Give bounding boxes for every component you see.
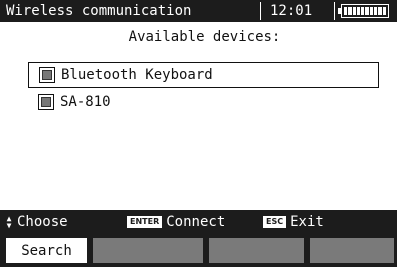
checkbox-fill bbox=[42, 70, 52, 80]
enter-key-icon: ENTER bbox=[127, 216, 163, 228]
device-item-sa-810[interactable]: SA-810 bbox=[28, 89, 379, 115]
search-button[interactable]: Search bbox=[6, 238, 87, 263]
choose-label: Choose bbox=[17, 214, 68, 230]
battery-icon bbox=[338, 4, 389, 18]
help-choose: ▲ ▼ Choose bbox=[4, 214, 68, 230]
clock-divider bbox=[334, 2, 335, 20]
screen-title: Wireless communication bbox=[6, 3, 192, 19]
battery-cell bbox=[378, 7, 382, 15]
device-checkbox[interactable] bbox=[39, 67, 55, 83]
device-label: SA-810 bbox=[60, 94, 111, 110]
up-down-arrow-icon: ▲ ▼ bbox=[6, 214, 12, 230]
battery-cell bbox=[361, 7, 365, 15]
checkbox-fill bbox=[41, 97, 51, 107]
function-key-3[interactable] bbox=[209, 238, 304, 263]
help-bar: ▲ ▼ Choose ENTER Connect ESC Exit bbox=[0, 210, 397, 234]
device-label: Bluetooth Keyboard bbox=[61, 67, 213, 83]
exit-label: Exit bbox=[290, 214, 324, 230]
function-key-2[interactable] bbox=[93, 238, 203, 263]
help-exit: ESC Exit bbox=[263, 214, 324, 230]
available-devices-heading: Available devices: bbox=[128, 29, 281, 45]
function-key-4[interactable] bbox=[310, 238, 394, 263]
battery-cell bbox=[365, 7, 369, 15]
connect-label: Connect bbox=[166, 214, 226, 230]
battery-cell bbox=[344, 7, 348, 15]
function-key-bar: Search bbox=[0, 234, 397, 267]
title-divider bbox=[260, 2, 261, 20]
battery-cell bbox=[348, 7, 352, 15]
battery-cell bbox=[374, 7, 378, 15]
device-item-bluetooth-keyboard[interactable]: Bluetooth Keyboard bbox=[28, 62, 379, 88]
battery-cell bbox=[382, 7, 386, 15]
battery-tip bbox=[338, 8, 341, 14]
battery-cell bbox=[356, 7, 361, 15]
wireless-communication-screen: Wireless communication 12:01 Available d… bbox=[0, 0, 397, 267]
battery-cell bbox=[352, 7, 356, 15]
clock: 12:01 bbox=[270, 3, 313, 19]
help-connect: ENTER Connect bbox=[127, 214, 225, 230]
esc-key-icon: ESC bbox=[263, 216, 287, 228]
battery-cell bbox=[369, 7, 374, 15]
title-bar: Wireless communication 12:01 bbox=[0, 0, 397, 22]
device-checkbox[interactable] bbox=[38, 94, 54, 110]
